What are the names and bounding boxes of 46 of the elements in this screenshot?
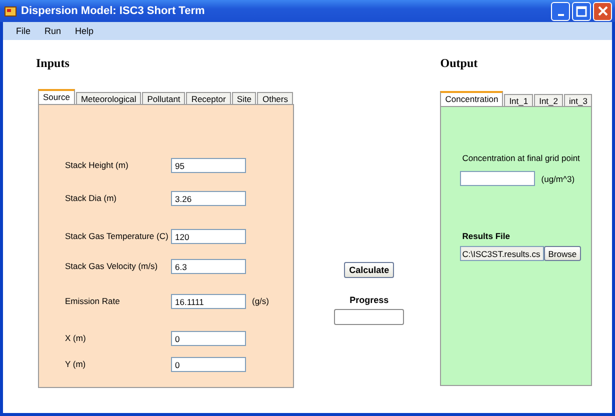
field-label: Stack Dia (m) xyxy=(65,193,118,203)
unit-label: (ug/m^3) xyxy=(541,174,575,184)
input-field[interactable]: 120 xyxy=(171,228,246,244)
field-label: Stack Height (m) xyxy=(65,160,130,170)
app-icon xyxy=(4,4,17,18)
progress-label: Progress xyxy=(350,295,389,305)
input-field[interactable]: 6.3 xyxy=(171,258,246,274)
tab[interactable]: int_3 xyxy=(564,94,592,106)
menu-item[interactable]: Help xyxy=(68,26,101,36)
menu-item[interactable]: Run xyxy=(38,26,68,36)
minimize-button[interactable] xyxy=(551,2,570,20)
close-icon xyxy=(598,6,608,16)
tab[interactable]: Int_2 xyxy=(534,94,563,106)
browse-button[interactable]: Browse xyxy=(544,246,581,261)
unit-label: (g/s) xyxy=(252,296,269,306)
concentration-label: Concentration at final grid point xyxy=(462,153,581,163)
maximize-icon xyxy=(576,6,587,16)
results-path-field[interactable]: C:\ISC3ST.results.cs xyxy=(460,246,544,261)
field-label: Emission Rate xyxy=(65,296,121,306)
calculate-button[interactable]: Calculate xyxy=(344,262,394,278)
tab[interactable]: Meteorological xyxy=(76,92,142,104)
minimize-icon xyxy=(558,14,564,16)
section-heading: Inputs xyxy=(36,56,70,71)
input-field[interactable]: 95 xyxy=(171,158,246,172)
tab[interactable]: Site xyxy=(232,92,256,104)
close-button[interactable] xyxy=(593,2,612,20)
input-field[interactable]: 0 xyxy=(171,356,246,372)
window-title: Dispersion Model: ISC3 Short Term xyxy=(21,5,206,17)
field-label: X (m) xyxy=(65,333,87,343)
tab[interactable]: Int_1 xyxy=(504,94,534,106)
tab[interactable]: Concentration xyxy=(440,91,504,106)
concentration-field[interactable] xyxy=(460,171,536,186)
input-field[interactable]: 3.26 xyxy=(171,190,246,206)
field-label: Stack Gas Velocity (m/s) xyxy=(65,261,159,271)
field-label: Stack Gas Temperature (C) xyxy=(65,231,170,241)
results-file-label: Results File xyxy=(462,231,511,241)
section-heading: Output xyxy=(440,56,479,71)
tab[interactable]: Others xyxy=(257,92,293,104)
input-field[interactable]: 0 xyxy=(171,330,246,346)
maximize-button[interactable] xyxy=(572,2,591,20)
menu-item[interactable]: File xyxy=(9,26,38,36)
field-label: Y (m) xyxy=(65,359,87,369)
tab[interactable]: Source xyxy=(38,89,75,104)
tab[interactable]: Pollutant xyxy=(142,92,186,104)
input-field[interactable]: 16.1111 xyxy=(171,294,246,308)
tab[interactable]: Receptor xyxy=(186,92,231,104)
